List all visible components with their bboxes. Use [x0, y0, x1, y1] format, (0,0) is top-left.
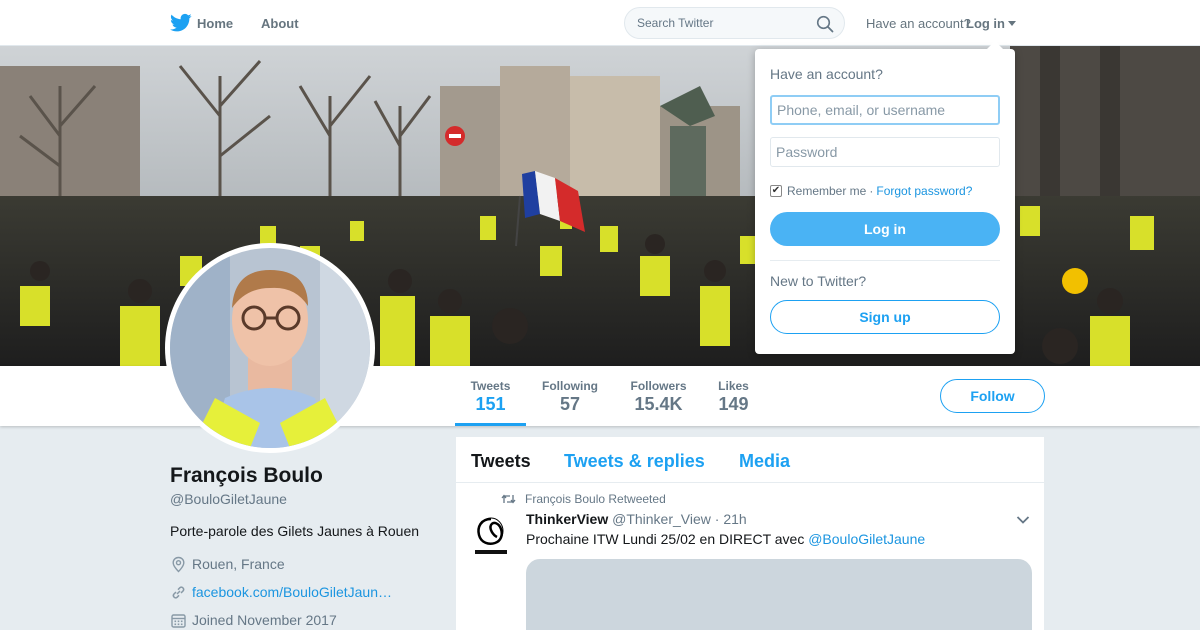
stat-value: 151: [475, 394, 506, 414]
stat-value: 149: [718, 394, 749, 414]
dropdown-arrow: [987, 41, 1003, 49]
tab-tweets[interactable]: Tweets: [471, 451, 531, 472]
dropdown-divider: [770, 260, 1000, 261]
calendar-icon: [171, 613, 186, 628]
tweet-text: Prochaine ITW Lundi 25/02 en DIRECT avec…: [526, 531, 925, 547]
active-stat-underline: [455, 423, 526, 426]
search-icon[interactable]: [816, 15, 834, 33]
forgot-password-link[interactable]: Forgot password?: [876, 184, 972, 198]
tweet-author-name[interactable]: ThinkerView: [526, 511, 608, 527]
tweet-author-handle[interactable]: @Thinker_View: [612, 511, 711, 527]
chevron-down-icon[interactable]: [1016, 515, 1030, 525]
new-to-twitter-label: New to Twitter?: [770, 273, 867, 289]
remember-separator: ·: [869, 184, 874, 198]
tweet-timestamp[interactable]: 21h: [723, 511, 746, 527]
remember-me-checkbox[interactable]: ✔: [770, 185, 782, 197]
tab-media[interactable]: Media: [739, 451, 790, 472]
tweet-body: Prochaine ITW Lundi 25/02 en DIRECT avec: [526, 531, 805, 547]
stat-value: 57: [559, 394, 581, 414]
nav-home-link[interactable]: Home: [197, 16, 233, 31]
profile-name: François Boulo: [170, 464, 323, 487]
tweet-separator: ·: [714, 511, 720, 527]
login-dropdown: Have an account? ✔ Remember me · Forgot …: [755, 41, 1015, 354]
nav-about-link[interactable]: About: [261, 16, 299, 31]
follow-button[interactable]: Follow: [940, 379, 1045, 413]
twitter-bird-icon[interactable]: [170, 13, 192, 33]
location-text: Rouen, France: [192, 556, 285, 572]
timeline-tabs: Tweets Tweets & replies Media: [456, 437, 1044, 483]
tweet-mention-link[interactable]: @BouloGiletJaune: [808, 531, 925, 547]
retweet-context: François Boulo Retweeted: [501, 492, 666, 506]
profile-avatar[interactable]: [165, 243, 375, 453]
profile-handle: @BouloGiletJaune: [170, 491, 287, 507]
login-button[interactable]: Log in: [770, 212, 1000, 246]
location-pin-icon: [172, 556, 185, 572]
remember-me-row: ✔ Remember me · Forgot password?: [770, 184, 972, 198]
stat-label: Likes: [718, 379, 749, 393]
profile-website: facebook.com/BouloGiletJaun…: [170, 583, 392, 601]
login-dropdown-toggle[interactable]: Log in: [966, 16, 1005, 31]
website-link[interactable]: facebook.com/BouloGiletJaun…: [192, 584, 392, 600]
tweet-author-avatar[interactable]: [471, 513, 511, 557]
stat-value: 15.4K: [634, 394, 683, 414]
caret-down-icon[interactable]: [1008, 21, 1016, 26]
tweet-header: ThinkerView @Thinker_View · 21h: [526, 511, 747, 527]
signup-button[interactable]: Sign up: [770, 300, 1000, 334]
login-dropdown-title: Have an account?: [770, 66, 883, 82]
tab-tweets-and-replies[interactable]: Tweets & replies: [564, 451, 705, 472]
password-field[interactable]: [770, 137, 1000, 167]
stat-likes[interactable]: Likes 149: [717, 379, 750, 415]
stat-following[interactable]: Following 57: [541, 379, 599, 415]
tweet-media-card[interactable]: [526, 559, 1032, 630]
retweet-icon: [501, 494, 516, 504]
retweet-context-text[interactable]: François Boulo Retweeted: [525, 492, 666, 506]
link-icon: [172, 585, 185, 599]
stat-followers[interactable]: Followers 15.4K: [629, 379, 688, 415]
timeline: Tweets Tweets & replies Media François B…: [456, 437, 1044, 630]
remember-me-label[interactable]: Remember me: [787, 184, 866, 198]
profile-joined: Joined November 2017: [170, 611, 337, 629]
username-field[interactable]: [770, 95, 1000, 125]
stat-label: Tweets: [470, 379, 511, 393]
profile-location: Rouen, France: [170, 555, 285, 573]
stat-label: Following: [542, 379, 598, 393]
have-account-label: Have an account?: [866, 16, 971, 31]
profile-bio: Porte-parole des Gilets Jaunes à Rouen: [170, 523, 420, 539]
joined-text: Joined November 2017: [192, 612, 337, 628]
stat-tweets[interactable]: Tweets 151: [470, 379, 511, 415]
top-navigation-bar: Home About Search Twitter Have an accoun…: [0, 0, 1200, 46]
search-input[interactable]: Search Twitter: [624, 7, 845, 39]
avatar-photo: [170, 248, 370, 448]
search-placeholder: Search Twitter: [637, 16, 714, 30]
stat-label: Followers: [630, 379, 687, 393]
